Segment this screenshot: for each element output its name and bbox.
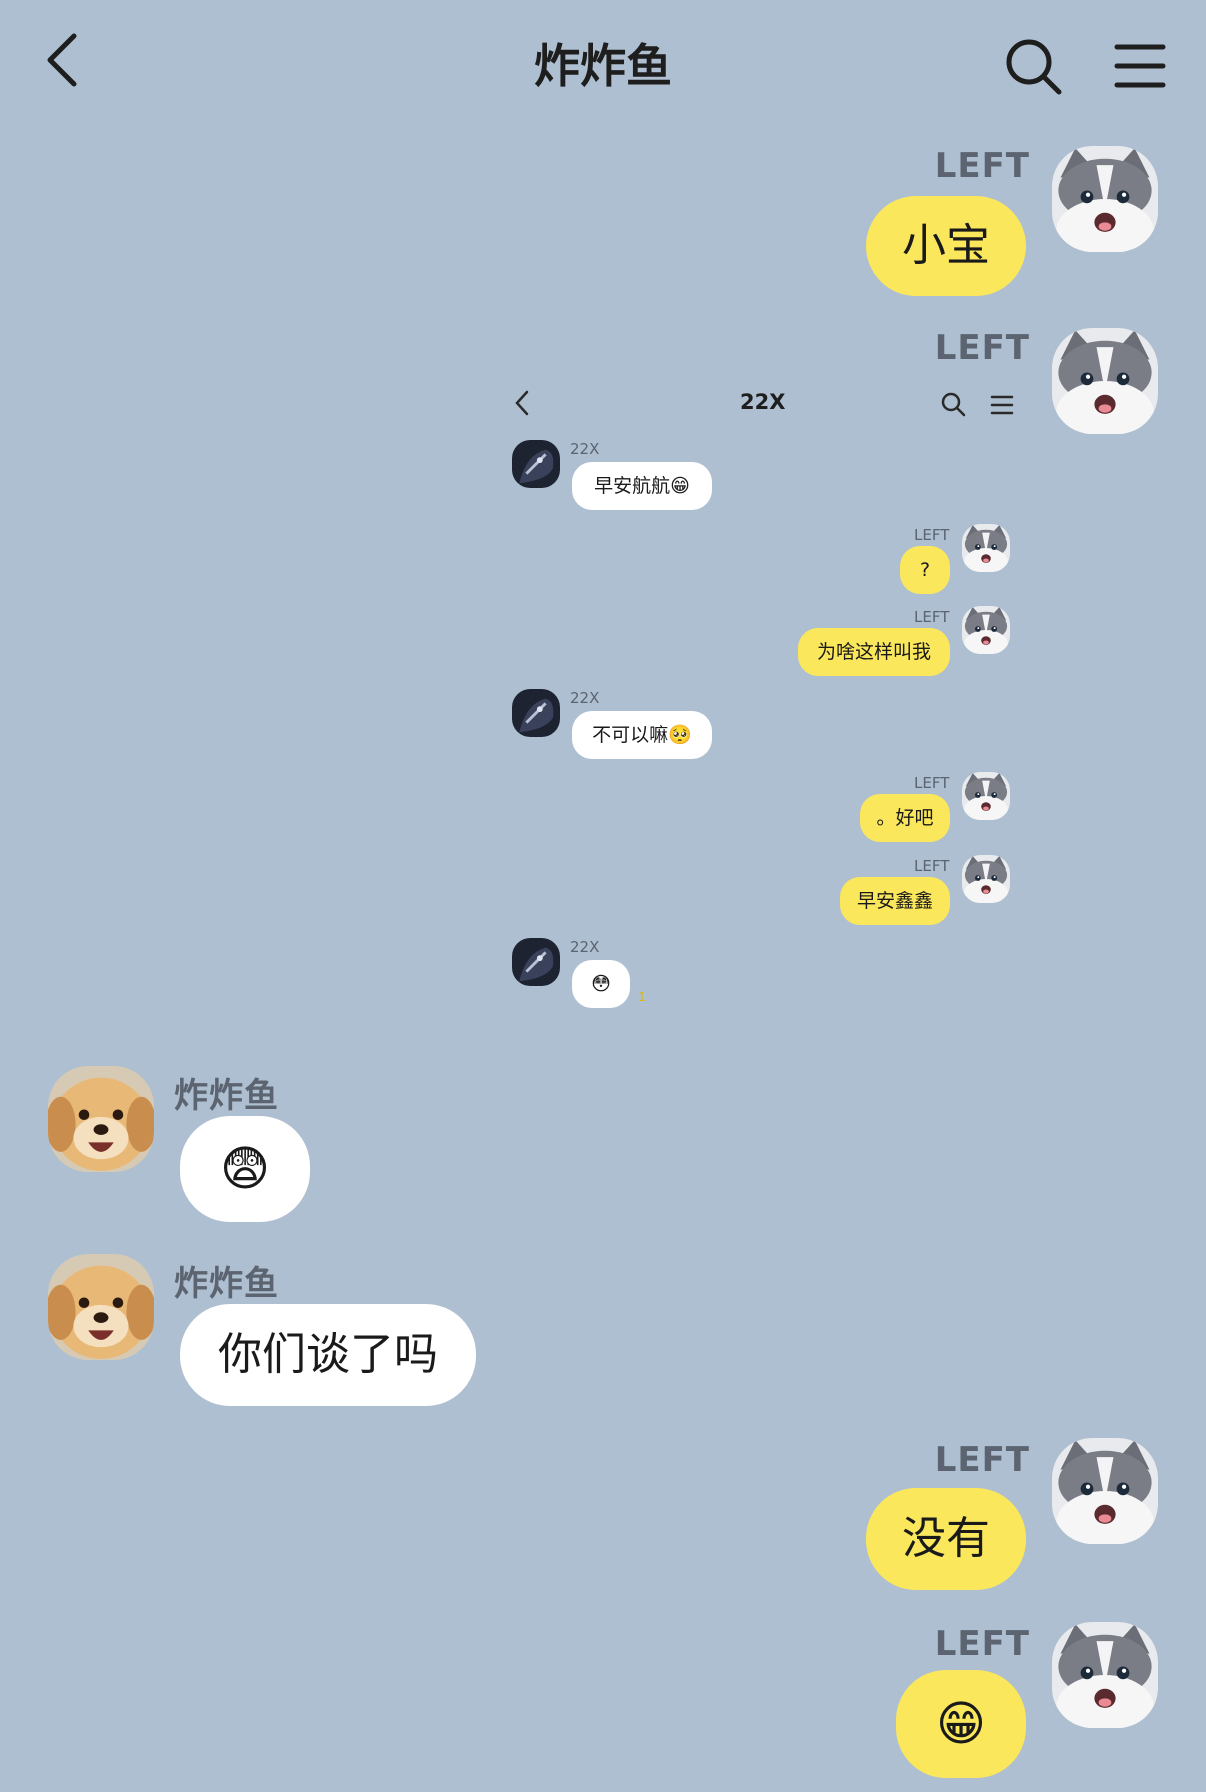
hamburger-menu-icon xyxy=(1114,44,1166,88)
screenshot-title: 22X xyxy=(740,390,786,414)
avatar-image xyxy=(512,938,560,986)
avatar[interactable] xyxy=(48,1066,154,1172)
sender-name: 22X xyxy=(570,938,600,956)
dog-avatar-image xyxy=(48,1254,154,1360)
message-bubble: 早安航航😁 xyxy=(572,462,712,510)
message-bubble: 不可以嘛🥺 xyxy=(572,711,712,759)
cat-avatar-image xyxy=(1052,328,1158,434)
sender-name: LEFT xyxy=(934,1440,1030,1480)
search-icon xyxy=(941,392,966,417)
avatar[interactable] xyxy=(1052,146,1158,252)
message-bubble[interactable]: 没有 xyxy=(866,1488,1026,1590)
message-bubble[interactable]: 你们谈了吗 xyxy=(180,1304,476,1406)
message-bubble: 😳 xyxy=(572,960,630,1008)
menu-button[interactable] xyxy=(1114,42,1166,90)
chevron-left-icon xyxy=(515,390,529,416)
search-icon xyxy=(1006,39,1062,95)
cat-avatar-image xyxy=(1052,1622,1158,1728)
message-bubble: 。好吧 xyxy=(860,794,950,842)
avatar[interactable] xyxy=(1052,328,1158,434)
avatar-image xyxy=(512,440,560,488)
message-bubble: ? xyxy=(900,546,950,594)
sender-name: 22X xyxy=(570,689,600,707)
message-bubble[interactable]: 😁 xyxy=(896,1670,1026,1778)
message-bubble: 早安鑫鑫 xyxy=(840,877,950,925)
avatar xyxy=(512,440,560,488)
search-button[interactable] xyxy=(1003,36,1063,96)
sender-name: LEFT xyxy=(934,328,1030,368)
avatar xyxy=(962,606,1010,654)
sender-name: 炸炸鱼 xyxy=(174,1076,279,1116)
avatar-image xyxy=(512,689,560,737)
avatar[interactable] xyxy=(1052,1438,1158,1544)
cat-avatar-image xyxy=(962,772,1010,820)
unread-count: 1 xyxy=(638,990,646,1004)
avatar xyxy=(962,855,1010,903)
avatar xyxy=(962,772,1010,820)
sender-name: LEFT xyxy=(934,1624,1030,1664)
avatar[interactable] xyxy=(48,1254,154,1360)
dog-avatar-image xyxy=(48,1066,154,1172)
message-bubble: 为啥这样叫我 xyxy=(798,628,950,676)
sender-name: LEFT xyxy=(914,526,950,544)
cat-avatar-image xyxy=(1052,1438,1158,1544)
cat-avatar-image xyxy=(962,524,1010,572)
sender-name: LEFT xyxy=(914,774,950,792)
sender-name: 22X xyxy=(570,440,600,458)
cat-avatar-image xyxy=(1052,146,1158,252)
cat-avatar-image xyxy=(962,855,1010,903)
sender-name: LEFT xyxy=(934,146,1030,186)
cat-avatar-image xyxy=(962,606,1010,654)
sender-name: LEFT xyxy=(914,608,950,626)
avatar[interactable] xyxy=(1052,1622,1158,1728)
message-bubble[interactable]: 😨 xyxy=(180,1116,310,1222)
message-bubble[interactable]: 小宝 xyxy=(866,196,1026,296)
avatar xyxy=(962,524,1010,572)
sender-name: LEFT xyxy=(914,857,950,875)
avatar xyxy=(512,938,560,986)
avatar xyxy=(512,689,560,737)
shared-screenshot[interactable]: 22X 22X 早安航航😁 LEFT ? LEFT 为啥这样叫我 22X 不可以… xyxy=(500,376,1030,1016)
sender-name: 炸炸鱼 xyxy=(174,1264,279,1304)
hamburger-menu-icon xyxy=(990,395,1014,415)
